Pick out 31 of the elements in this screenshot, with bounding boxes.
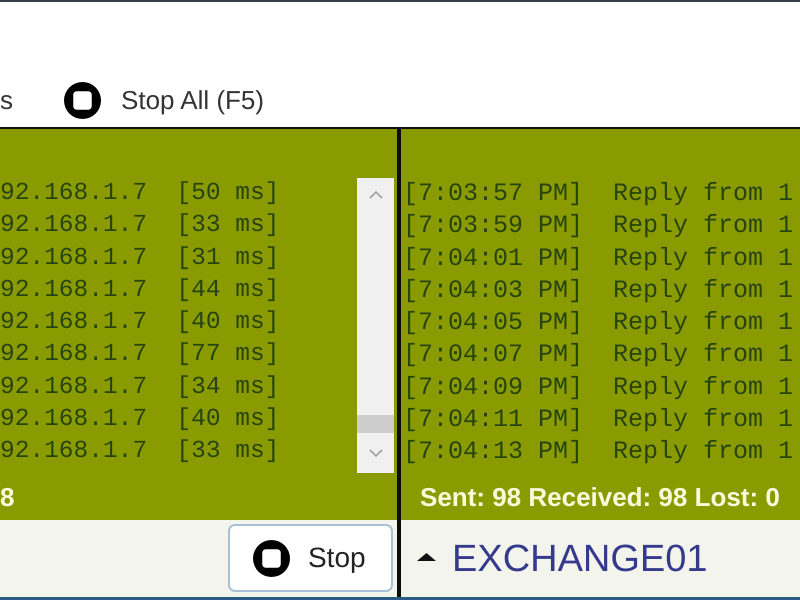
- log-line: 92.168.1.7 [31 ms]: [0, 244, 280, 274]
- stop-button[interactable]: Stop: [228, 524, 393, 592]
- log-line: 92.168.1.7 [40 ms]: [0, 308, 280, 338]
- log-line: 92.168.1.7 [44 ms]: [0, 276, 280, 306]
- log-line: 92.168.1.7 [77 ms]: [0, 340, 280, 370]
- log-line: [7:03:57 PM] Reply from 1: [403, 178, 794, 210]
- log-line: [7:04:03 PM] Reply from 1: [403, 274, 794, 307]
- log-line: [7:03:59 PM] Reply from 1: [403, 210, 794, 242]
- log-line: 92.168.1.7 [40 ms]: [0, 405, 280, 436]
- log-line: [7:04:09 PM] Reply from 1: [403, 372, 794, 404]
- log-line: 92.168.1.7 [50 ms]: [0, 179, 280, 209]
- log-line: [7:04:05 PM] Reply from 1: [403, 307, 794, 340]
- stop-icon: [253, 540, 290, 576]
- ping-summary: Sent: 98 Received: 98 Lost: 0: [420, 482, 780, 512]
- log-line: 92.168.1.7 [33 ms]: [0, 211, 280, 242]
- scrollbar-thumb[interactable]: [357, 415, 394, 433]
- toolbar-button[interactable]: s: [0, 82, 13, 118]
- log-line: [7:04:07 PM] Reply from 1: [403, 339, 794, 372]
- log-line: [7:04:11 PM] Reply from 1: [403, 404, 794, 436]
- ping-summary: 8: [0, 482, 14, 512]
- caret-icon[interactable]: [417, 552, 436, 560]
- chevron-up-icon[interactable]: [368, 191, 382, 199]
- chevron-down-icon[interactable]: [368, 449, 382, 457]
- log-line: 92.168.1.7 [33 ms]: [0, 437, 280, 468]
- stop-icon: [64, 82, 101, 118]
- stop-all-button[interactable]: Stop All (F5): [64, 82, 264, 118]
- scrollbar[interactable]: [357, 178, 394, 473]
- log-line: [7:04:13 PM] Reply from 1: [403, 436, 794, 468]
- host-name: EXCHANGE01: [452, 536, 708, 580]
- log-line: 92.168.1.7 [34 ms]: [0, 372, 280, 403]
- log-line: [7:04:01 PM] Reply from 1: [403, 242, 794, 275]
